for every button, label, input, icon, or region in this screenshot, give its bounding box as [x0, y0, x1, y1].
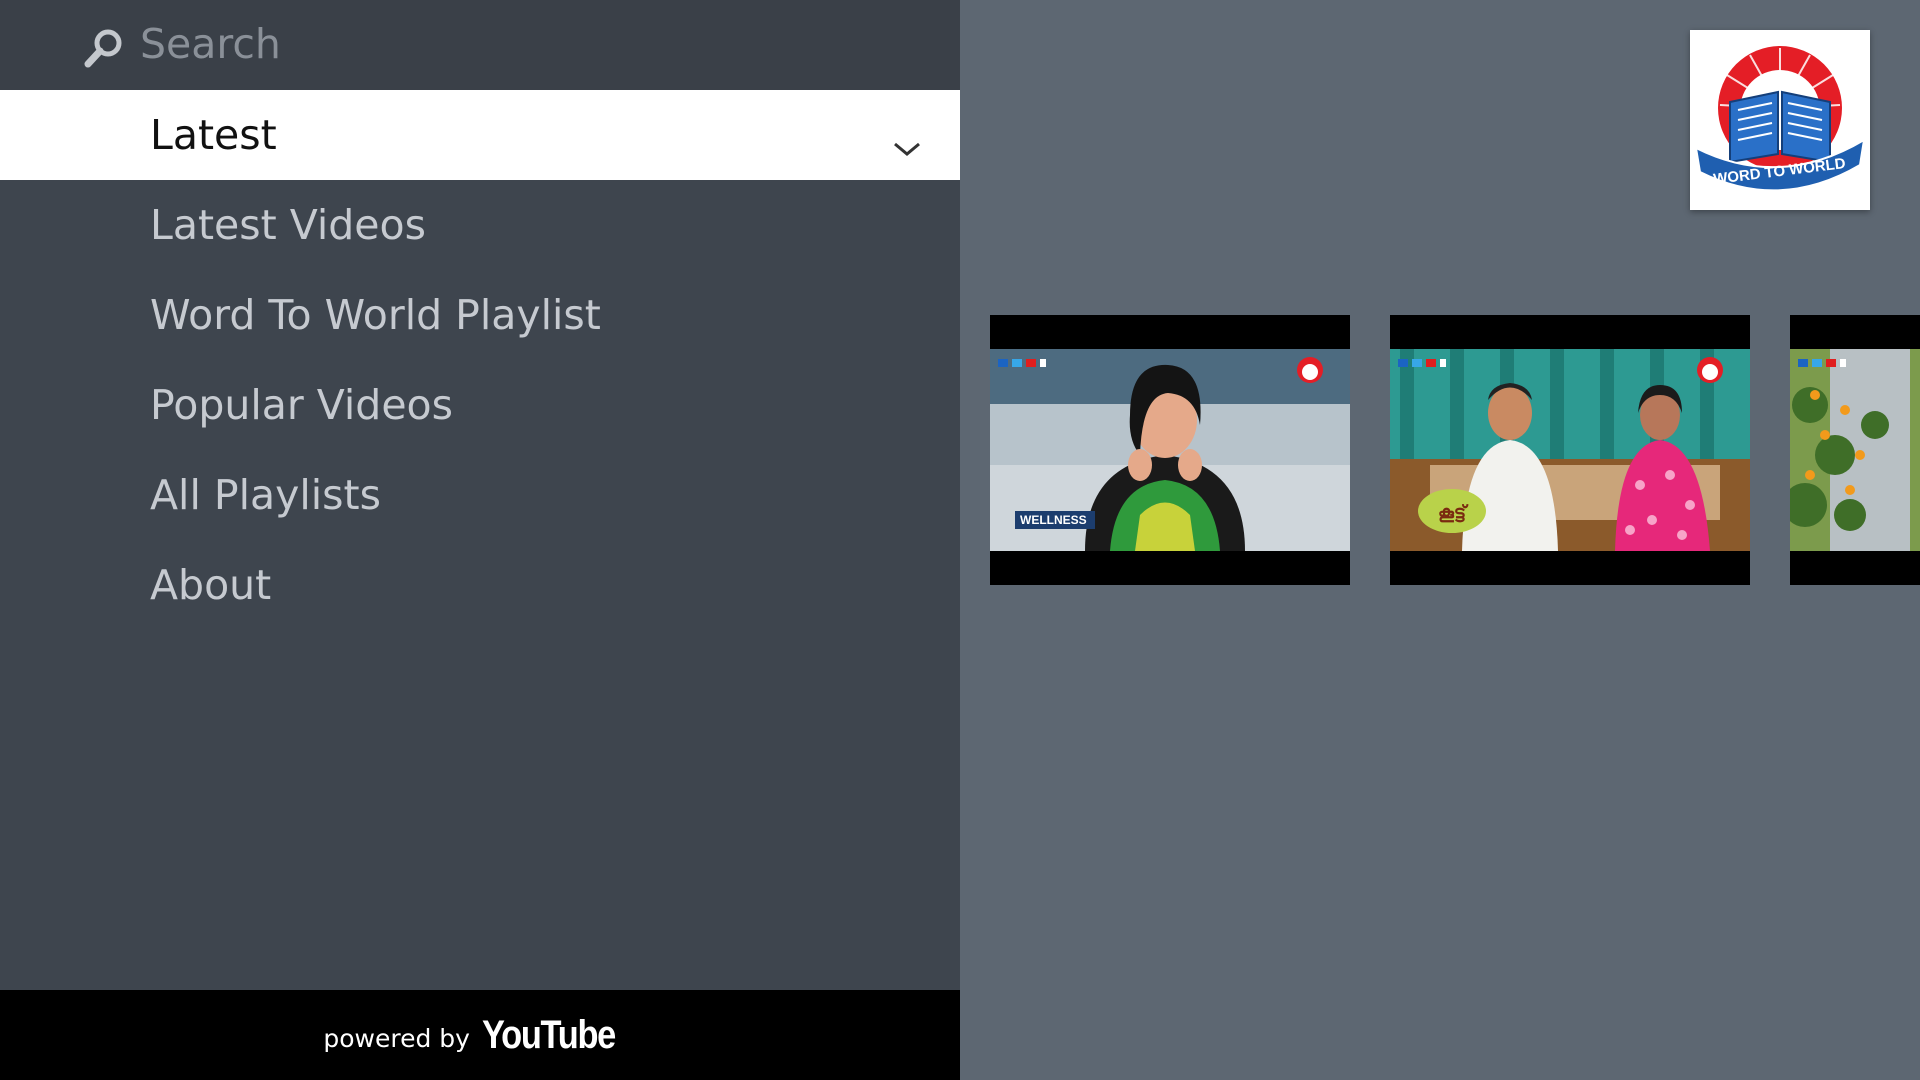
powered-by-footer: powered by YouTube — [0, 990, 960, 1080]
channel-logo: WORD TO WORLD — [1690, 30, 1870, 210]
menu-item-latest[interactable]: Latest — [0, 90, 960, 180]
menu-list: Latest Latest Videos Word To World Playl… — [0, 90, 960, 630]
video-card-2[interactable]: കൂട്ട് — [1390, 315, 1750, 585]
menu-item-word-to-world-playlist[interactable]: Word To World Playlist — [0, 270, 960, 360]
app-root: Latest Latest Videos Word To World Playl… — [0, 0, 1920, 1080]
youtube-logo: YouTube — [481, 1012, 616, 1057]
menu-item-label: About — [150, 561, 272, 609]
search-icon[interactable] — [82, 26, 126, 70]
video-thumbnail-1-icon: WELLNESS — [990, 315, 1350, 585]
menu-item-latest-videos[interactable]: Latest Videos — [0, 180, 960, 270]
menu-item-about[interactable]: About — [0, 540, 960, 630]
search-input[interactable] — [140, 14, 840, 74]
video-thumbnail-3-icon — [1790, 315, 1920, 585]
menu-item-label: Latest — [150, 111, 277, 159]
chevron-down-icon[interactable] — [892, 123, 922, 156]
menu-item-label: All Playlists — [150, 471, 381, 519]
video-caption: കൂട്ട് — [1438, 502, 1469, 523]
navigation-panel: Latest Latest Videos Word To World Playl… — [0, 0, 960, 1080]
powered-by-text: powered by — [323, 1023, 470, 1053]
word-to-world-logo-icon: WORD TO WORLD — [1694, 46, 1866, 192]
menu-item-popular-videos[interactable]: Popular Videos — [0, 360, 960, 450]
video-card-3[interactable] — [1790, 315, 1920, 585]
menu-item-all-playlists[interactable]: All Playlists — [0, 450, 960, 540]
search-bar[interactable] — [0, 0, 960, 90]
menu-item-label: Word To World Playlist — [150, 291, 601, 339]
menu-item-label: Latest Videos — [150, 201, 426, 249]
video-thumbnail-2-icon: കൂട്ട് — [1390, 315, 1750, 585]
video-carousel: WELLNESS കൂട്ട് — [990, 315, 1920, 585]
video-caption: WELLNESS — [1020, 513, 1087, 527]
video-card-1[interactable]: WELLNESS — [990, 315, 1350, 585]
menu-item-label: Popular Videos — [150, 381, 453, 429]
content-area: WORD TO WORLD WELLNESS കൂട്ട് — [960, 0, 1920, 1080]
